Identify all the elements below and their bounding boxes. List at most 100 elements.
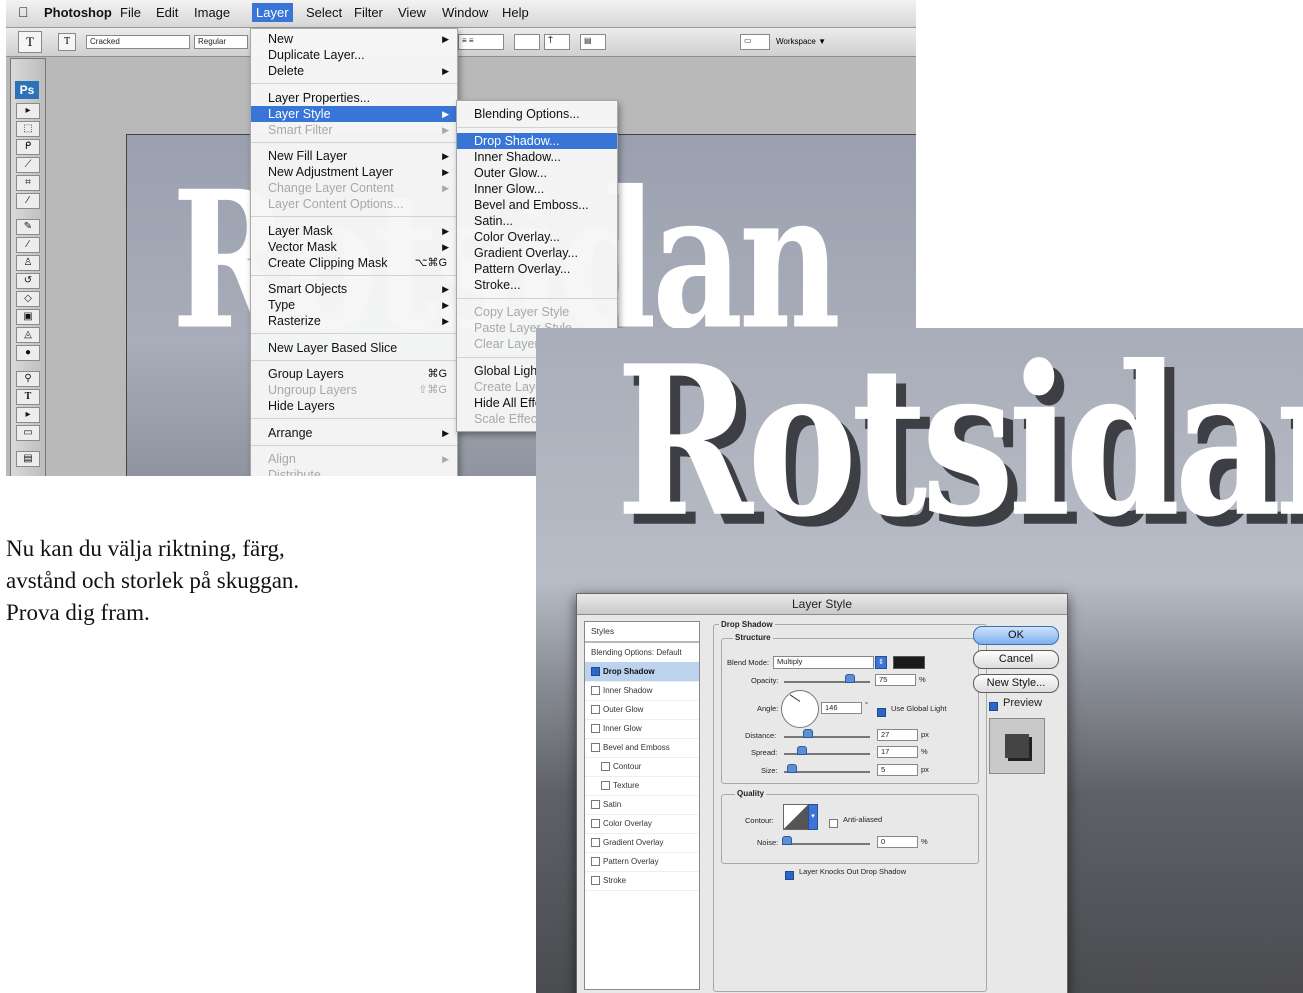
font-style-select[interactable]: Regular <box>194 35 248 49</box>
submenu-inner-shadow[interactable]: Inner Shadow... <box>457 149 617 165</box>
noise-input[interactable]: 0 <box>877 836 918 848</box>
submenu-stroke[interactable]: Stroke... <box>457 277 617 293</box>
menu-item-duplicate-layer[interactable]: Duplicate Layer... <box>251 47 457 63</box>
style-bevel-emboss[interactable]: Bevel and Emboss <box>585 738 699 758</box>
checkbox-icon[interactable] <box>591 724 600 734</box>
knockout-checkbox[interactable] <box>785 867 797 885</box>
preview-checkbox[interactable] <box>989 698 1001 716</box>
contour-picker-icon[interactable] <box>783 804 809 830</box>
menu-item-new-fill-layer[interactable]: New Fill Layer ▶ <box>251 148 457 164</box>
dodge-tool-icon[interactable]: ● <box>16 345 40 361</box>
menu-filter[interactable]: Filter <box>354 5 383 20</box>
shadow-color-swatch[interactable] <box>893 656 925 669</box>
eyedropper-tool-icon[interactable]: ∕ <box>16 193 40 209</box>
style-satin[interactable]: Satin <box>585 795 699 815</box>
checkbox-icon[interactable] <box>877 708 886 718</box>
menu-view[interactable]: View <box>398 5 426 20</box>
noise-slider[interactable] <box>784 843 870 845</box>
menu-file[interactable]: File <box>120 5 141 20</box>
new-style-button[interactable]: New Style... <box>973 674 1059 693</box>
menu-item-layer-properties[interactable]: Layer Properties... <box>251 90 457 106</box>
checkbox-icon[interactable] <box>591 667 600 677</box>
checkbox-icon[interactable] <box>785 871 794 881</box>
gradient-tool-icon[interactable]: ▣ <box>16 309 40 325</box>
crop-tool-icon[interactable]: ⌗ <box>16 175 40 191</box>
type-tool-preset-icon[interactable]: T <box>18 31 42 53</box>
submenu-color-overlay[interactable]: Color Overlay... <box>457 229 617 245</box>
menu-select[interactable]: Select <box>306 5 342 20</box>
text-orientation-icon[interactable]: T <box>58 33 76 51</box>
submenu-drop-shadow[interactable]: Drop Shadow... <box>457 133 617 149</box>
checkbox-icon[interactable] <box>989 702 998 712</box>
type-tool-icon[interactable]: T <box>16 389 40 405</box>
style-drop-shadow[interactable]: Drop Shadow <box>585 662 699 682</box>
distance-input[interactable]: 27 <box>877 729 918 741</box>
checkbox-icon[interactable] <box>829 819 838 829</box>
size-slider-thumb[interactable] <box>787 764 797 773</box>
style-inner-shadow[interactable]: Inner Shadow <box>585 681 699 701</box>
checkbox-icon[interactable] <box>591 686 600 696</box>
checkbox-icon[interactable] <box>591 876 600 886</box>
menu-item-arrange[interactable]: Arrange ▶ <box>251 425 457 441</box>
style-color-overlay[interactable]: Color Overlay <box>585 814 699 834</box>
opacity-slider[interactable] <box>784 681 870 683</box>
menu-item-new-layer-based-slice[interactable]: New Layer Based Slice <box>251 340 457 356</box>
history-brush-icon[interactable]: ↺ <box>16 273 40 289</box>
character-panel-icon[interactable]: ▤ <box>580 34 606 50</box>
menu-item-group-layers[interactable]: Group Layers ⌘G <box>251 366 457 382</box>
style-texture[interactable]: Texture <box>585 776 699 796</box>
checkbox-icon[interactable] <box>591 838 600 848</box>
size-input[interactable]: 5 <box>877 764 918 776</box>
style-blending-options[interactable]: Blending Options: Default <box>585 643 699 663</box>
checkbox-icon[interactable] <box>591 743 600 753</box>
move-tool-icon[interactable]: ▸ <box>16 103 40 119</box>
angle-input[interactable]: 146 <box>821 702 862 714</box>
menu-image[interactable]: Image <box>194 5 230 20</box>
distance-slider[interactable] <box>784 736 870 738</box>
spread-slider-thumb[interactable] <box>797 746 807 755</box>
menu-item-rasterize[interactable]: Rasterize ▶ <box>251 313 457 329</box>
style-outer-glow[interactable]: Outer Glow <box>585 700 699 720</box>
menu-item-new-adjustment-layer[interactable]: New Adjustment Layer ▶ <box>251 164 457 180</box>
submenu-satin[interactable]: Satin... <box>457 213 617 229</box>
cancel-button[interactable]: Cancel <box>973 650 1059 669</box>
menu-item-layer-mask[interactable]: Layer Mask ▶ <box>251 223 457 239</box>
checkbox-icon[interactable] <box>601 781 610 791</box>
align-buttons[interactable]: ≡ ≡ <box>458 34 504 50</box>
menu-window[interactable]: Window <box>442 5 488 20</box>
submenu-blending-options[interactable]: Blending Options... <box>457 106 617 122</box>
submenu-bevel-emboss[interactable]: Bevel and Emboss... <box>457 197 617 213</box>
submenu-outer-glow[interactable]: Outer Glow... <box>457 165 617 181</box>
workspace-icon[interactable]: ▭ <box>740 34 770 50</box>
menu-item-vector-mask[interactable]: Vector Mask ▶ <box>251 239 457 255</box>
style-gradient-overlay[interactable]: Gradient Overlay <box>585 833 699 853</box>
checkbox-icon[interactable] <box>591 819 600 829</box>
blur-tool-icon[interactable]: ◬ <box>16 327 40 343</box>
workspace-menu[interactable]: Workspace ▼ <box>776 34 881 50</box>
lasso-tool-icon[interactable]: ᑭ <box>16 139 40 155</box>
style-pattern-overlay[interactable]: Pattern Overlay <box>585 852 699 872</box>
menu-item-layer-style[interactable]: Layer Style ▶ <box>251 106 457 122</box>
menu-app-name[interactable]: Photoshop <box>44 5 112 20</box>
menu-item-hide-layers[interactable]: Hide Layers <box>251 398 457 414</box>
contour-dropdown-icon[interactable]: ▾ <box>808 804 818 830</box>
distance-slider-thumb[interactable] <box>803 729 813 738</box>
menu-item-type[interactable]: Type ▶ <box>251 297 457 313</box>
opacity-input[interactable]: 75 <box>875 674 916 686</box>
healing-brush-icon[interactable]: ✎ <box>16 219 40 235</box>
blend-mode-select[interactable]: Multiply <box>773 656 874 669</box>
text-color-swatch[interactable] <box>514 34 540 50</box>
submenu-inner-glow[interactable]: Inner Glow... <box>457 181 617 197</box>
style-stroke[interactable]: Stroke <box>585 871 699 891</box>
apple-icon[interactable]:  <box>18 4 29 20</box>
magic-wand-icon[interactable]: ⟋ <box>16 157 40 173</box>
use-global-light-checkbox[interactable] <box>877 704 889 722</box>
style-contour[interactable]: Contour <box>585 757 699 777</box>
checkbox-icon[interactable] <box>591 800 600 810</box>
warp-text-icon[interactable]: Ť <box>544 34 570 50</box>
opacity-slider-thumb[interactable] <box>845 674 855 683</box>
notes-tool-icon[interactable]: ▤ <box>16 451 40 467</box>
angle-dial-icon[interactable] <box>781 690 819 728</box>
pen-tool-icon[interactable]: ⚲ <box>16 371 40 387</box>
submenu-gradient-overlay[interactable]: Gradient Overlay... <box>457 245 617 261</box>
